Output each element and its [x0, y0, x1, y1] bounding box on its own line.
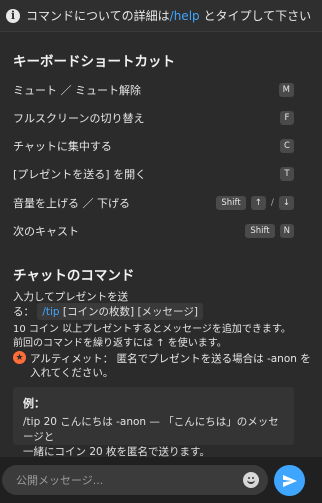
shortcut-label: [プレゼントを送る] を開く: [13, 168, 147, 181]
shortcut-label: 次のキャスト: [13, 225, 79, 238]
message-input[interactable]: [14, 472, 230, 488]
chat-composer: [0, 457, 322, 503]
shortcut-row: 次のキャスト Shift N: [0, 218, 300, 244]
tip-command-args: [コインの枚数] [メッセージ]: [59, 306, 198, 318]
help-command-link[interactable]: /help: [170, 9, 200, 23]
ultimate-info-cont: 入れてください。: [30, 367, 114, 379]
message-input-wrap[interactable]: [2, 465, 268, 495]
help-banner: i コマンドについての詳細は/help とタイプして下さい: [0, 0, 322, 32]
shift-key-badge: Shift: [216, 196, 246, 210]
shortcut-row: チャットに集中する C: [0, 133, 300, 159]
shortcut-label: 音量を上げる ／ 下げる: [13, 197, 130, 210]
send-icon: [282, 474, 297, 487]
key-badge: F: [280, 111, 294, 125]
shortcut-label: チャットに集中する: [13, 140, 112, 153]
shortcut-row: 音量を上げる ／ 下げる Shift ↑ / ↓: [0, 190, 300, 216]
emoji-icon[interactable]: [243, 472, 259, 488]
example-title: 例：: [23, 397, 45, 410]
scrollbar[interactable]: [314, 32, 322, 457]
help-prefix: コマンドについての詳細は: [26, 9, 170, 23]
shortcuts-title: キーボードショートカット: [13, 54, 175, 70]
tip-command[interactable]: /tip: [42, 306, 59, 318]
shortcut-row: [プレゼントを送る] を開く T: [0, 161, 300, 187]
key-badge: N: [279, 224, 294, 238]
arrow-up-icon: ↑: [156, 338, 165, 349]
repeat-prefix: 前回のコマンドを繰り返すには: [13, 338, 153, 349]
shortcut-label: ミュート ／ ミュート解除: [13, 84, 141, 97]
example-body: /tip 20 こんにちは -anon — 「こんにちは」のメッセージと 一緒に…: [23, 415, 284, 460]
shortcut-row: ミュート ／ ミュート解除 M: [0, 77, 300, 103]
shift-key-badge: Shift: [245, 224, 275, 238]
shortcut-row: フルスクリーンの切り替え F: [0, 105, 300, 131]
tip-instruction: 入力してプレゼントを送: [13, 291, 129, 303]
arrow-up-key-badge: ↑: [250, 196, 266, 210]
arrow-down-key-badge: ↓: [278, 196, 294, 210]
ultimate-info: アルティメット： 匿名でプレゼントを送る場合は -anon を: [30, 353, 311, 365]
example-box: 例： /tip 20 こんにちは -anon — 「こんにちは」のメッセージと …: [13, 387, 294, 458]
key-separator: /: [270, 198, 274, 208]
tip-syntax-line: る： /tip [コインの枚数] [メッセージ]: [13, 303, 203, 320]
tip-command-code: /tip [コインの枚数] [メッセージ]: [37, 303, 203, 320]
help-banner-text: コマンドについての詳細は/help とタイプして下さい: [26, 7, 311, 24]
example-line: /tip 20 こんにちは -anon — 「こんにちは」のメッセージと: [23, 416, 279, 443]
key-badge: T: [280, 167, 294, 181]
shortcut-label: フルスクリーンの切り替え: [13, 112, 145, 125]
repeat-suffix: を使います。: [167, 338, 227, 349]
repeat-command-info: 前回のコマンドを繰り返すには ↑ を使います。: [13, 334, 227, 349]
ultimate-star-icon: ★: [13, 351, 26, 364]
help-suffix: とタイプして下さい: [199, 9, 312, 23]
key-badge: C: [280, 139, 294, 153]
key-badge: M: [278, 83, 294, 97]
chat-commands-title: チャットのコマンド: [13, 268, 135, 284]
tip-message-info: 10 コイン 以上プレゼントするとメッセージを追加できます。: [13, 324, 291, 335]
send-button[interactable]: [274, 465, 305, 496]
info-icon: i: [6, 8, 20, 23]
tip-syntax-prefix: る：: [13, 306, 34, 318]
